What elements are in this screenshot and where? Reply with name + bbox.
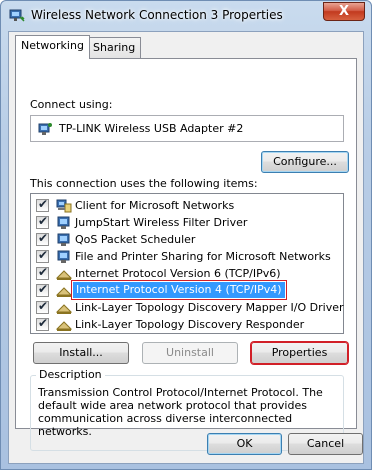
uninstall-button[interactable]: Uninstall [142,342,238,364]
install-button[interactable]: Install... [33,342,129,364]
window-title: Wireless Network Connection 3 Properties [31,8,283,22]
list-item[interactable]: ✔ Client for Microsoft Networks [31,197,343,214]
item-checkbox[interactable]: ✔ [36,248,49,263]
item-checkbox[interactable]: ✔ [36,197,49,212]
tab-sharing[interactable]: Sharing [87,37,142,58]
client-icon [56,199,72,213]
configure-button[interactable]: Configure... [261,151,349,173]
check-icon: ✔ [38,197,49,211]
network-service-icon [57,233,70,246]
check-icon: ✔ [38,231,49,245]
protocol-icon [56,287,72,297]
adapter-name: TP-LINK Wireless USB Adapter #2 [59,122,244,135]
items-list[interactable]: ✔ Client for Microsoft Networks ✔ JumpSt… [30,193,344,334]
cancel-button[interactable]: Cancel [288,433,363,455]
check-icon: ✔ [38,282,49,296]
list-item[interactable]: ✔ Link-Layer Topology Discovery Responde… [31,316,343,333]
item-checkbox[interactable]: ✔ [36,265,49,280]
ok-button[interactable]: OK [207,433,282,455]
check-icon: ✔ [38,248,49,262]
list-item[interactable]: ✔ Link-Layer Topology Discovery Mapper I… [31,299,344,316]
list-item[interactable]: ✔ QoS Packet Scheduler [31,231,343,248]
network-service-icon [57,216,70,229]
networking-panel: Connect using: TP-LINK Wireless USB Adap… [15,58,357,451]
list-item[interactable]: ✔ Internet Protocol Version 6 (TCP/IPv6) [31,265,343,282]
item-label: Link-Layer Topology Discovery Mapper I/O… [75,301,344,314]
protocol-icon [56,304,72,314]
description-legend: Description [36,368,105,381]
dialog-client-area: Networking Sharing Connect using: TP-LIN… [8,31,364,464]
item-label: QoS Packet Scheduler [75,233,196,246]
properties-button[interactable]: Properties [251,342,348,364]
network-adapter-icon [9,9,25,22]
close-icon: X [338,4,350,19]
check-icon: ✔ [38,265,49,279]
network-service-icon [57,250,70,263]
check-icon: ✔ [38,299,49,313]
item-checkbox[interactable]: ✔ [36,299,49,314]
adapter-field: TP-LINK Wireless USB Adapter #2 [30,115,344,142]
properties-window: Wireless Network Connection 3 Properties… [0,0,372,470]
protocol-icon [56,321,72,331]
list-item[interactable]: ✔ File and Printer Sharing for Microsoft… [31,248,343,265]
item-label: Internet Protocol Version 4 (TCP/IPv4) [71,280,287,300]
usb-adapter-icon [38,123,52,135]
item-label: Internet Protocol Version 6 (TCP/IPv6) [75,267,281,280]
item-checkbox[interactable]: ✔ [36,282,49,297]
description-text: Transmission Control Protocol/Internet P… [38,386,323,438]
tab-networking[interactable]: Networking [15,35,90,59]
item-checkbox[interactable]: ✔ [36,316,49,331]
check-icon: ✔ [38,214,49,228]
protocol-icon [56,270,72,280]
list-item[interactable]: ✔ JumpStart Wireless Filter Driver [31,214,343,231]
item-label: JumpStart Wireless Filter Driver [75,216,248,229]
item-checkbox[interactable]: ✔ [36,231,49,246]
title-bar[interactable]: Wireless Network Connection 3 Properties… [1,1,371,31]
list-item-selected[interactable]: ✔ Internet Protocol Version 4 (TCP/IPv4) [31,280,343,300]
close-button[interactable]: X [323,2,365,21]
connect-using-label: Connect using: [30,98,113,111]
item-label: File and Printer Sharing for Microsoft N… [75,250,331,263]
check-icon: ✔ [38,316,49,330]
item-label: Link-Layer Topology Discovery Responder [75,318,305,331]
item-checkbox[interactable]: ✔ [36,214,49,229]
items-label: This connection uses the following items… [30,177,258,190]
item-label: Client for Microsoft Networks [75,199,235,212]
